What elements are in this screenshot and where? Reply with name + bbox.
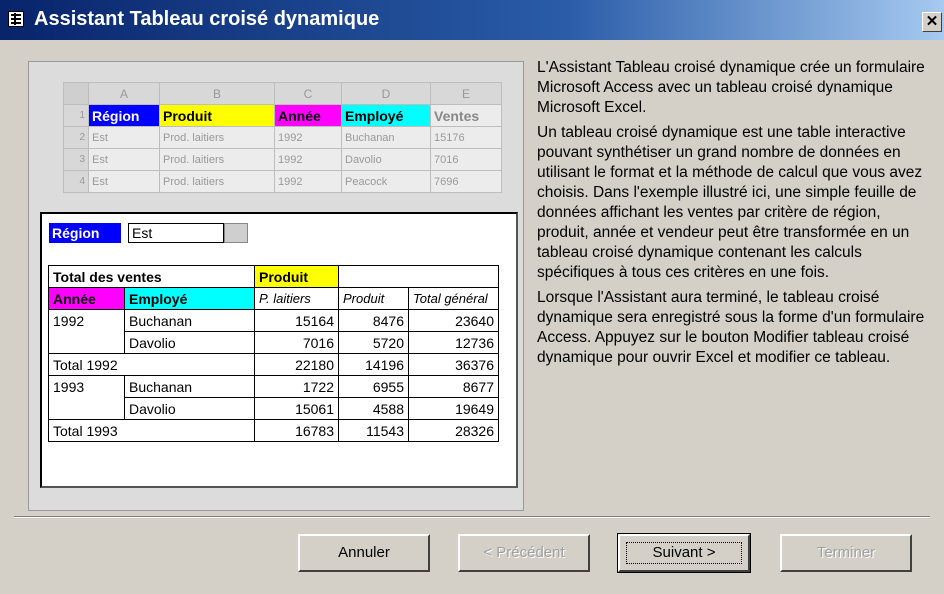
- value-cell: 6955: [338, 375, 409, 398]
- cancel-button[interactable]: Annuler: [298, 534, 430, 572]
- column-header: P. laitiers: [254, 287, 339, 310]
- value-cell: 15061: [254, 397, 339, 420]
- sheet-cell: Région: [88, 104, 160, 127]
- value-cell: 8476: [338, 309, 409, 332]
- row-header: 2: [63, 126, 89, 149]
- column-field-label: Produit: [254, 265, 339, 288]
- value-cell: 16783: [254, 419, 339, 442]
- value-cell: 5720: [338, 331, 409, 354]
- column-header: D: [341, 82, 431, 105]
- sheet-cell: 7696: [430, 170, 502, 193]
- source-datasheet: A B C D E 1 Région Produit Année Employé…: [63, 82, 502, 193]
- column-header: A: [88, 82, 160, 105]
- row-header: 3: [63, 148, 89, 171]
- employee-cell: Davolio: [124, 331, 255, 354]
- empty-cell: [408, 265, 499, 288]
- sheet-cell: Buchanan: [341, 126, 431, 149]
- value-cell: 1722: [254, 375, 339, 398]
- pivot-grid: Total des ventes Produit Année Employé P…: [48, 265, 499, 442]
- row-field-label: Employé: [124, 287, 255, 310]
- previous-button[interactable]: < Précédent: [458, 534, 590, 572]
- value-cell: 36376: [408, 353, 499, 376]
- sheet-cell: Produit: [159, 104, 275, 127]
- value-cell: 14196: [338, 353, 409, 376]
- pivot-table-example: Région Est Total des ventes Produit Anné…: [40, 212, 518, 488]
- description-paragraph: Lorsque l'Assistant aura terminé, le tab…: [537, 289, 925, 366]
- value-cell: 8677: [408, 375, 499, 398]
- column-header: E: [430, 82, 502, 105]
- sheet-cell: Peacock: [341, 170, 431, 193]
- sheet-cell: 1992: [274, 126, 342, 149]
- title-bar[interactable]: Assistant Tableau croisé dynamique ✕: [0, 0, 944, 40]
- page-field-label: Région: [49, 223, 121, 243]
- description-paragraph: Un tableau croisé dynamique est une tabl…: [537, 124, 923, 281]
- sheet-cell: Année: [274, 104, 342, 127]
- value-cell: 11543: [338, 419, 409, 442]
- year-cell: [48, 331, 125, 354]
- value-cell: 22180: [254, 353, 339, 376]
- value-cell: 15164: [254, 309, 339, 332]
- separator: [14, 516, 930, 518]
- employee-cell: Buchanan: [124, 375, 255, 398]
- column-header: C: [274, 82, 342, 105]
- sheet-cell: Employé: [341, 104, 431, 127]
- sheet-cell: 1992: [274, 170, 342, 193]
- subtotal-label: Total 1992: [48, 353, 255, 376]
- value-cell: 4588: [338, 397, 409, 420]
- empty-cell: [338, 265, 409, 288]
- employee-cell: Davolio: [124, 397, 255, 420]
- sheet-cell: Est: [88, 126, 160, 149]
- row-header: 4: [63, 170, 89, 193]
- sheet-cell: Davolio: [341, 148, 431, 171]
- row-header: 1: [63, 104, 89, 127]
- employee-cell: Buchanan: [124, 309, 255, 332]
- pivot-table-icon: [8, 11, 24, 27]
- year-cell: 1992: [48, 309, 125, 332]
- description-paragraph: L'Assistant Tableau croisé dynamique cré…: [537, 59, 925, 116]
- sheet-cell: Prod. laitiers: [159, 148, 275, 171]
- next-button[interactable]: Suivant >: [617, 533, 751, 573]
- dropdown-arrow-icon: [224, 223, 248, 243]
- column-header: Total général: [408, 287, 499, 310]
- sheet-corner: [63, 82, 89, 105]
- sheet-cell: Prod. laitiers: [159, 170, 275, 193]
- sheet-cell: Est: [88, 148, 160, 171]
- column-header: B: [159, 82, 275, 105]
- page-field-value: Est: [128, 223, 224, 243]
- data-field-label: Total des ventes: [48, 265, 255, 288]
- sheet-cell: Ventes: [430, 104, 502, 127]
- finish-button[interactable]: Terminer: [780, 534, 912, 572]
- close-button[interactable]: ✕: [922, 12, 942, 32]
- window-title: Assistant Tableau croisé dynamique: [34, 8, 380, 30]
- wizard-description: L'Assistant Tableau croisé dynamique cré…: [537, 58, 933, 373]
- sheet-cell: 15176: [430, 126, 502, 149]
- sheet-cell: 1992: [274, 148, 342, 171]
- row-field-label: Année: [48, 287, 125, 310]
- value-cell: 19649: [408, 397, 499, 420]
- value-cell: 12736: [408, 331, 499, 354]
- sheet-cell: Prod. laitiers: [159, 126, 275, 149]
- wizard-window: Assistant Tableau croisé dynamique ✕ A B…: [0, 0, 944, 594]
- column-header: Produit: [338, 287, 409, 310]
- subtotal-label: Total 1993: [48, 419, 255, 442]
- value-cell: 7016: [254, 331, 339, 354]
- value-cell: 23640: [408, 309, 499, 332]
- sheet-cell: Est: [88, 170, 160, 193]
- year-cell: 1993: [48, 375, 125, 398]
- year-cell: [48, 397, 125, 420]
- value-cell: 28326: [408, 419, 499, 442]
- sheet-cell: 7016: [430, 148, 502, 171]
